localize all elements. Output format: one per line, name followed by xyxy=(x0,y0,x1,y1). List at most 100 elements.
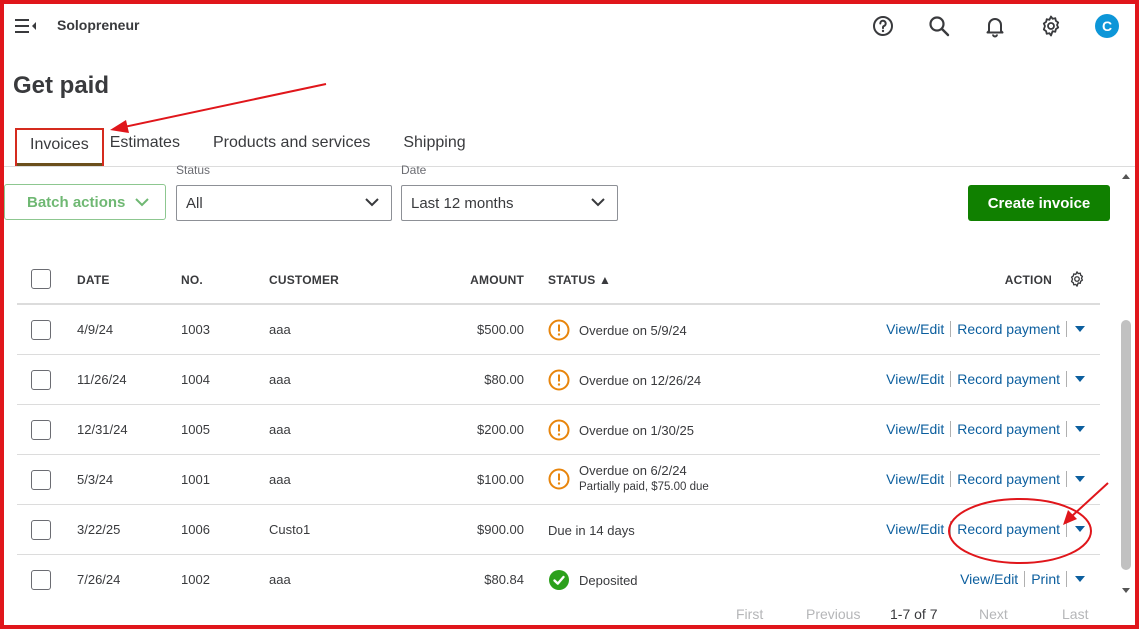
row-status: Due in 14 days xyxy=(548,522,635,539)
pagination-first[interactable]: First xyxy=(736,606,763,622)
row-actions: View/Edit Print xyxy=(960,571,1085,587)
row-checkbox[interactable] xyxy=(31,320,51,340)
user-avatar[interactable]: C xyxy=(1095,14,1119,38)
row-checkbox[interactable] xyxy=(31,570,51,590)
tab-invoices[interactable]: Invoices xyxy=(15,128,104,166)
more-actions-caret-icon[interactable] xyxy=(1075,576,1085,582)
record-payment-link[interactable]: Record payment xyxy=(957,321,1060,337)
column-no[interactable]: NO. xyxy=(181,273,203,287)
table-row[interactable]: 7/26/24 1002 aaa $80.84 Deposited View/E… xyxy=(17,555,1100,605)
record-payment-link[interactable]: Record payment xyxy=(957,521,1060,537)
more-actions-caret-icon[interactable] xyxy=(1075,476,1085,482)
view-edit-link[interactable]: View/Edit xyxy=(886,421,944,437)
row-amount: $200.00 xyxy=(477,422,524,437)
pagination-previous[interactable]: Previous xyxy=(806,606,860,622)
row-customer: aaa xyxy=(269,572,291,587)
row-amount: $900.00 xyxy=(477,522,524,537)
more-actions-caret-icon[interactable] xyxy=(1075,426,1085,432)
chevron-down-icon xyxy=(591,198,605,207)
column-customer[interactable]: CUSTOMER xyxy=(269,273,339,287)
row-date: 12/31/24 xyxy=(77,422,128,437)
record-payment-link[interactable]: Record payment xyxy=(957,471,1060,487)
action-separator xyxy=(950,471,952,487)
record-payment-link[interactable]: Record payment xyxy=(957,371,1060,387)
table-row[interactable]: 11/26/24 1004 aaa $80.00 Overdue on 12/2… xyxy=(17,355,1100,405)
view-edit-link[interactable]: View/Edit xyxy=(960,571,1018,587)
search-icon[interactable] xyxy=(927,14,951,38)
status-filter-select[interactable]: All xyxy=(176,185,392,221)
annotation-arrow-line xyxy=(123,83,327,128)
batch-actions-label: Batch actions xyxy=(27,193,126,211)
row-status: Deposited xyxy=(548,569,638,591)
row-status-text: Overdue on 5/9/24 xyxy=(579,322,687,338)
table-row[interactable]: 3/22/25 1006 Custo1 $900.00 Due in 14 da… xyxy=(17,505,1100,555)
settings-gear-icon[interactable] xyxy=(1039,14,1063,38)
row-number: 1004 xyxy=(181,372,210,387)
row-status-text: Due in 14 days xyxy=(548,523,635,538)
action-separator xyxy=(950,371,952,387)
scroll-up-arrow[interactable] xyxy=(1122,174,1130,179)
tab-products-and-services[interactable]: Products and services xyxy=(193,128,383,166)
row-actions: View/Edit Record payment xyxy=(886,471,1085,487)
help-icon[interactable] xyxy=(871,14,895,38)
row-date: 7/26/24 xyxy=(77,572,121,587)
view-edit-link[interactable]: View/Edit xyxy=(886,321,944,337)
row-checkbox[interactable] xyxy=(31,470,51,490)
action-separator xyxy=(1066,521,1067,537)
row-date: 11/26/24 xyxy=(77,372,127,387)
row-date: 3/22/25 xyxy=(77,522,121,537)
action-separator xyxy=(950,521,952,537)
notifications-bell-icon[interactable] xyxy=(983,14,1007,38)
batch-actions-button[interactable]: Batch actions xyxy=(4,184,166,220)
table-header: DATE NO. CUSTOMER AMOUNT STATUS ▲ ACTION xyxy=(17,254,1100,305)
create-invoice-button[interactable]: Create invoice xyxy=(968,185,1110,221)
row-date: 4/9/24 xyxy=(77,322,114,337)
row-status: Overdue on 1/30/25 xyxy=(548,419,694,441)
row-checkbox[interactable] xyxy=(31,520,51,540)
row-status-subtext: Partially paid, $75.00 due xyxy=(579,481,709,493)
table-row[interactable]: 12/31/24 1005 aaa $200.00 Overdue on 1/3… xyxy=(17,405,1100,455)
scroll-down-arrow[interactable] xyxy=(1122,588,1130,593)
view-edit-link[interactable]: View/Edit xyxy=(886,471,944,487)
pagination-last[interactable]: Last xyxy=(1062,606,1088,622)
record-payment-link[interactable]: Record payment xyxy=(957,421,1060,437)
pagination-next[interactable]: Next xyxy=(979,606,1008,622)
date-filter-select[interactable]: Last 12 months xyxy=(401,185,618,221)
more-actions-caret-icon[interactable] xyxy=(1075,376,1085,382)
action-separator xyxy=(1024,571,1026,587)
tab-shipping[interactable]: Shipping xyxy=(383,128,478,166)
tab-bar: Invoices Estimates Products and services… xyxy=(15,128,479,166)
row-status: Overdue on 12/26/24 xyxy=(548,369,701,391)
row-date: 5/3/24 xyxy=(77,472,114,487)
row-actions: View/Edit Record payment xyxy=(886,521,1085,537)
row-checkbox[interactable] xyxy=(31,420,51,440)
select-all-checkbox[interactable] xyxy=(31,269,51,289)
table-settings-gear-icon[interactable] xyxy=(1068,270,1086,288)
column-amount[interactable]: AMOUNT xyxy=(470,273,524,287)
row-number: 1002 xyxy=(181,572,210,587)
tab-divider xyxy=(0,166,1139,167)
column-status[interactable]: STATUS ▲ xyxy=(548,273,611,287)
collapse-menu-icon[interactable] xyxy=(15,18,37,34)
more-actions-caret-icon[interactable] xyxy=(1075,326,1085,332)
row-checkbox[interactable] xyxy=(31,370,51,390)
view-edit-link[interactable]: View/Edit xyxy=(886,371,944,387)
scrollbar-thumb[interactable] xyxy=(1121,320,1131,570)
table-row[interactable]: 5/3/24 1001 aaa $100.00 Overdue on 6/2/2… xyxy=(17,455,1100,505)
overdue-warning-icon xyxy=(548,468,570,489)
tab-estimates[interactable]: Estimates xyxy=(104,128,193,166)
row-customer: Custo1 xyxy=(269,522,311,537)
print-link[interactable]: Print xyxy=(1031,571,1060,587)
row-amount: $80.84 xyxy=(484,572,524,587)
row-number: 1003 xyxy=(181,322,210,337)
row-status-text: Overdue on 1/30/25 xyxy=(579,422,694,438)
row-amount: $500.00 xyxy=(477,322,524,337)
row-amount: $100.00 xyxy=(477,472,524,487)
column-date[interactable]: DATE xyxy=(77,273,110,287)
more-actions-caret-icon[interactable] xyxy=(1075,526,1085,532)
action-separator xyxy=(950,321,952,337)
row-status-text: Overdue on 12/26/24 xyxy=(579,372,702,388)
table-row[interactable]: 4/9/24 1003 aaa $500.00 Overdue on 5/9/2… xyxy=(17,305,1100,355)
view-edit-link[interactable]: View/Edit xyxy=(886,521,944,537)
status-filter-value: All xyxy=(186,194,203,212)
